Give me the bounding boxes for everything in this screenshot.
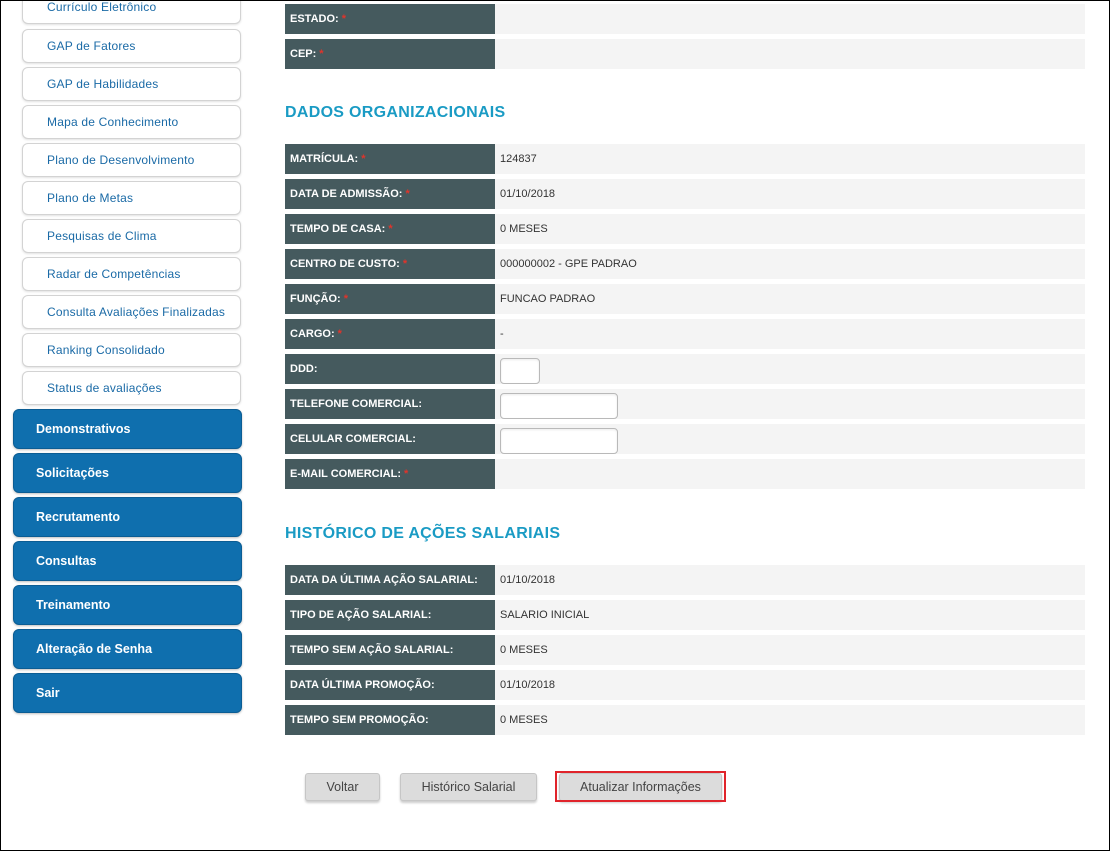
field-row-funcao: FUNÇÃO: * FUNCAO PADRAO <box>285 284 1085 314</box>
menu-item-gap-de-habilidades[interactable]: GAP de Habilidades <box>22 67 241 101</box>
field-row-data-ultima-promocao: DATA ÚLTIMA PROMOÇÃO: 01/10/2018 <box>285 670 1085 700</box>
section-title-dados-organizacionais: DADOS ORGANIZACIONAIS <box>285 104 506 121</box>
menu-treinamento[interactable]: Treinamento <box>13 585 242 625</box>
required-marker: * <box>405 188 410 200</box>
field-value: 000000002 - GPE PADRAO <box>500 258 637 270</box>
field-row-cargo: CARGO: * - <box>285 319 1085 349</box>
field-value: 124837 <box>500 153 537 165</box>
field-label: CENTRO DE CUSTO: * <box>285 249 495 279</box>
field-row-matricula: MATRÍCULA: * 124837 <box>285 144 1085 174</box>
menu-item-plano-de-metas[interactable]: Plano de Metas <box>22 181 241 215</box>
back-button[interactable]: Voltar <box>305 773 380 801</box>
menu-item-ranking-consolidado[interactable]: Ranking Consolidado <box>22 333 241 367</box>
field-label: TIPO DE AÇÃO SALARIAL: <box>285 600 495 630</box>
menu-item-plano-de-desenvolvimento[interactable]: Plano de Desenvolvimento <box>22 143 241 177</box>
menu-consultas[interactable]: Consultas <box>13 541 242 581</box>
field-value: FUNCAO PADRAO <box>500 293 596 305</box>
field-row-tipo-acao-salarial: TIPO DE AÇÃO SALARIAL: SALARIO INICIAL <box>285 600 1085 630</box>
field-label: MATRÍCULA: * <box>285 144 495 174</box>
required-marker: * <box>337 328 342 340</box>
field-value: 0 MESES <box>500 714 548 726</box>
field-row-data-de-admissao: DATA DE ADMISSÃO: * 01/10/2018 <box>285 179 1085 209</box>
field-row-ddd: DDD: <box>285 354 1085 384</box>
field-row-cep: CEP: * <box>285 39 1085 69</box>
field-label: E-MAIL COMERCIAL: * <box>285 459 495 489</box>
required-marker: * <box>361 153 366 165</box>
required-marker: * <box>402 258 408 270</box>
section-title-historico-acoes-salariais: HISTÓRICO DE AÇÕES SALARIAIS <box>285 525 561 542</box>
menu-sair[interactable]: Sair <box>13 673 242 713</box>
field-label: DATA DE ADMISSÃO: * <box>285 179 495 209</box>
field-row-estado: ESTADO: * <box>285 4 1085 34</box>
required-marker: * <box>388 223 393 235</box>
field-value: 01/10/2018 <box>500 574 556 586</box>
menu-item-consulta-avaliacoes-finalizadas[interactable]: Consulta Avaliações Finalizadas <box>22 295 241 329</box>
field-label: DATA DA ÚLTIMA AÇÃO SALARIAL: <box>285 565 495 595</box>
menu-demonstrativos[interactable]: Demonstrativos <box>13 409 242 449</box>
menu-recrutamento[interactable]: Recrutamento <box>13 497 242 537</box>
required-marker: * <box>341 13 346 25</box>
field-value: SALARIO INICIAL <box>500 609 590 621</box>
field-label: ESTADO: * <box>285 4 495 34</box>
celular-comercial-input[interactable] <box>500 428 618 454</box>
field-label: CARGO: * <box>285 319 495 349</box>
telefone-comercial-input[interactable] <box>500 393 618 419</box>
field-label: TEMPO SEM PROMOÇÃO: <box>285 705 495 735</box>
field-label: TEMPO DE CASA: * <box>285 214 495 244</box>
menu-solicitacoes[interactable]: Solicitações <box>13 453 242 493</box>
menu-item-radar-de-competencias[interactable]: Radar de Competências <box>22 257 241 291</box>
page-frame: Currículo Eletrônico GAP de Fatores GAP … <box>0 0 1110 851</box>
field-row-email-comercial: E-MAIL COMERCIAL: * <box>285 459 1085 489</box>
field-row-telefone-comercial: TELEFONE COMERCIAL: <box>285 389 1085 419</box>
field-label: CEP: * <box>285 39 495 69</box>
menu-item-pesquisas-de-clima[interactable]: Pesquisas de Clima <box>22 219 241 253</box>
update-info-button[interactable]: Atualizar Informações <box>559 773 722 801</box>
field-row-tempo-sem-acao-salarial: TEMPO SEM AÇÃO SALARIAL: 0 MESES <box>285 635 1085 665</box>
field-label: DATA ÚLTIMA PROMOÇÃO: <box>285 670 495 700</box>
menu-item-mapa-de-conhecimento[interactable]: Mapa de Conhecimento <box>22 105 241 139</box>
required-marker: * <box>404 468 409 480</box>
field-value: 01/10/2018 <box>500 679 556 691</box>
field-row-tempo-de-casa: TEMPO DE CASA: * 0 MESES <box>285 214 1085 244</box>
field-value: 0 MESES <box>500 223 548 235</box>
field-row-tempo-sem-promocao: TEMPO SEM PROMOÇÃO: 0 MESES <box>285 705 1085 735</box>
field-label: CELULAR COMERCIAL: <box>285 424 495 454</box>
field-label: TEMPO SEM AÇÃO SALARIAL: <box>285 635 495 665</box>
field-value: - <box>500 328 504 340</box>
field-row-data-ultima-acao-salarial: DATA DA ÚLTIMA AÇÃO SALARIAL: 01/10/2018 <box>285 565 1085 595</box>
field-row-celular-comercial: CELULAR COMERCIAL: <box>285 424 1085 454</box>
field-label: TELEFONE COMERCIAL: <box>285 389 495 419</box>
field-label: FUNÇÃO: * <box>285 284 495 314</box>
ddd-input[interactable] <box>500 358 540 384</box>
salary-history-button[interactable]: Histórico Salarial <box>400 773 537 801</box>
menu-item-status-de-avaliacoes[interactable]: Status de avaliações <box>22 371 241 405</box>
field-label: DDD: <box>285 354 495 384</box>
menu-item-curriculo-eletronico[interactable]: Currículo Eletrônico <box>22 1 241 24</box>
required-marker: * <box>319 48 324 60</box>
field-value: 0 MESES <box>500 644 548 656</box>
field-value: 01/10/2018 <box>500 188 556 200</box>
menu-item-gap-de-fatores[interactable]: GAP de Fatores <box>22 29 241 63</box>
required-marker: * <box>343 293 348 305</box>
menu-alteracao-de-senha[interactable]: Alteração de Senha <box>13 629 242 669</box>
field-row-centro-de-custo: CENTRO DE CUSTO: * 000000002 - GPE PADRAO <box>285 249 1085 279</box>
